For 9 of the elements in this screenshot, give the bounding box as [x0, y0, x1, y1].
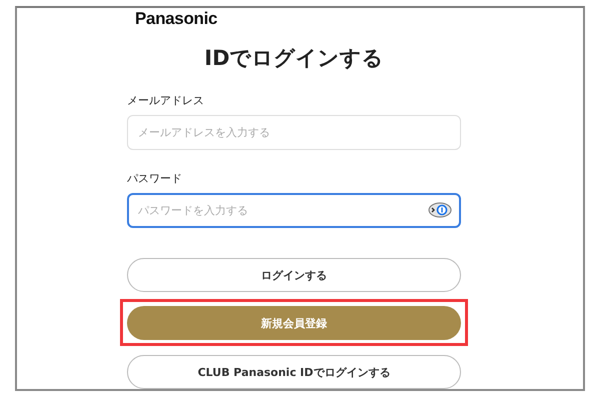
- password-field[interactable]: パスワードを入力する: [127, 193, 461, 228]
- email-field[interactable]: メールアドレスを入力する: [127, 115, 461, 150]
- field-label: パスワード: [127, 172, 182, 186]
- club-login-button[interactable]: CLUB Panasonic IDでログインする: [127, 355, 461, 389]
- brand-logo: Panasonic: [135, 10, 218, 28]
- password-manager-icon[interactable]: [428, 201, 452, 219]
- login-button[interactable]: ログインする: [127, 258, 461, 292]
- field-label: メールアドレス: [127, 94, 204, 108]
- page-title: IDでログインする: [203, 45, 385, 72]
